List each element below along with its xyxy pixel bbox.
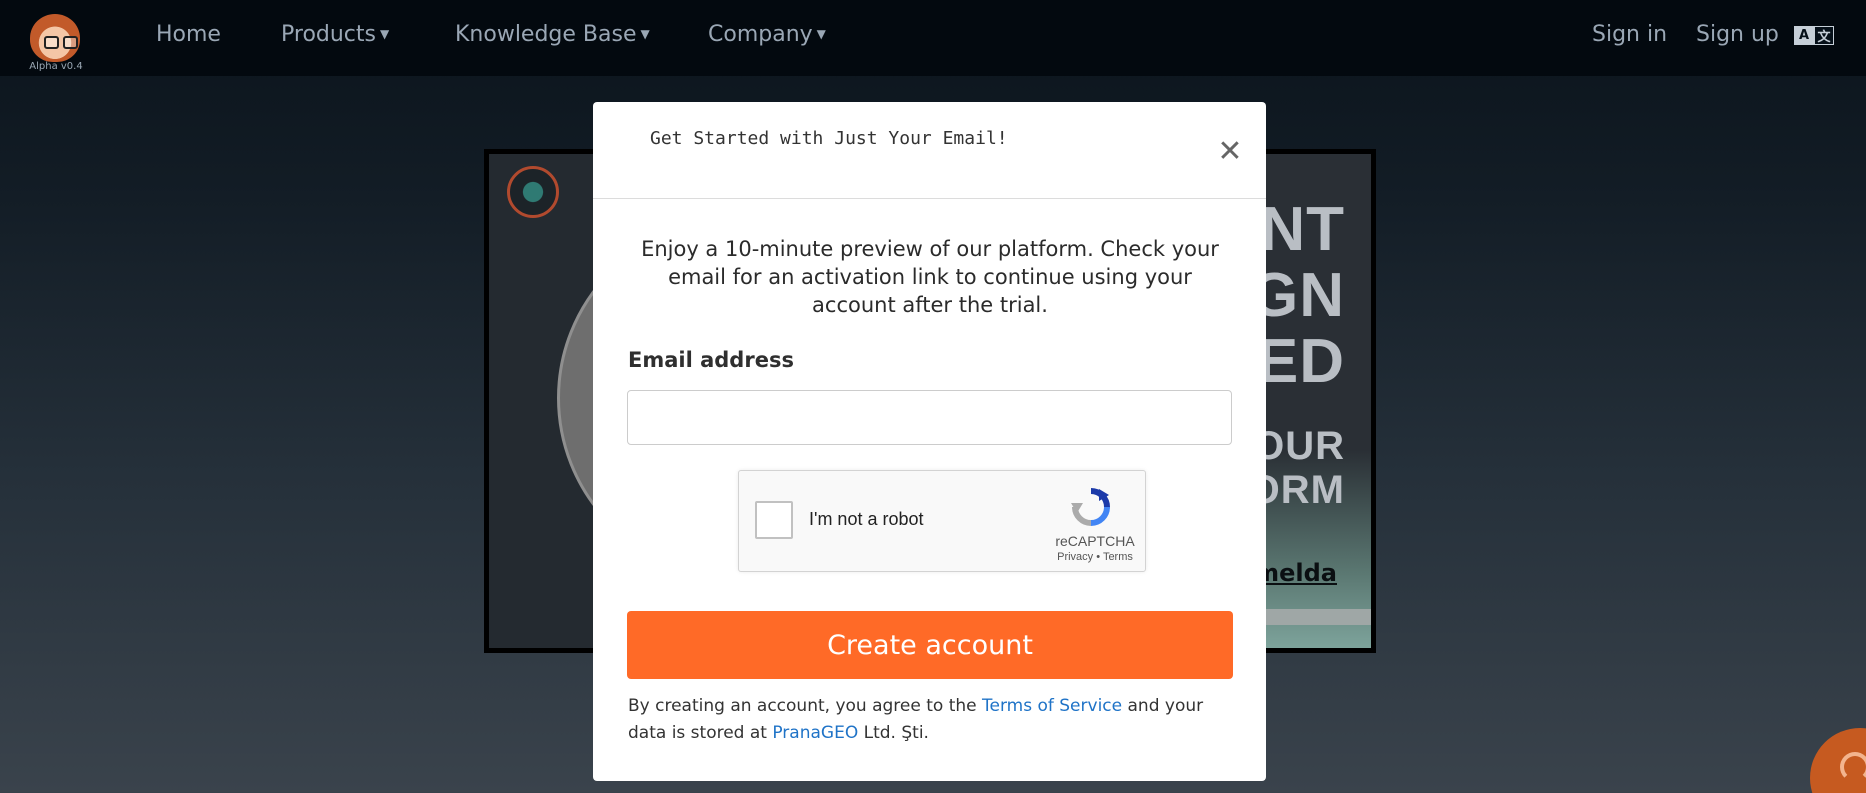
recaptcha-terms-link[interactable]: Terms bbox=[1103, 551, 1133, 563]
recaptcha-checkbox[interactable] bbox=[755, 501, 793, 539]
terms-notice: By creating an account, you agree to the… bbox=[628, 696, 1204, 743]
modal-description: Enjoy a 10-minute preview of our platfor… bbox=[641, 237, 1219, 317]
recaptcha-logo-icon bbox=[1071, 488, 1110, 526]
headset-icon bbox=[1840, 752, 1866, 782]
sign-up-link[interactable]: Sign up bbox=[1696, 22, 1779, 47]
recaptcha-links: Privacy • Terms bbox=[1057, 551, 1133, 563]
modal-header: Get Started with Just Your Email! ✕ bbox=[593, 102, 1266, 199]
nav-item-company[interactable]: Company ▼ bbox=[708, 22, 826, 47]
recaptcha-privacy-link[interactable]: Privacy bbox=[1057, 551, 1093, 563]
pranageo-link[interactable]: PranaGEO bbox=[772, 723, 858, 743]
close-icon[interactable]: ✕ bbox=[1217, 137, 1243, 167]
translate-icon[interactable]: A文 bbox=[1794, 26, 1836, 46]
logo[interactable]: Alpha v0.4 bbox=[24, 12, 88, 74]
email-field[interactable] bbox=[627, 390, 1232, 445]
modal-title: Get Started with Just Your Email! bbox=[650, 128, 1008, 149]
chevron-down-icon: ▼ bbox=[640, 27, 650, 41]
chevron-down-icon: ▼ bbox=[380, 27, 390, 41]
top-navbar: Alpha v0.4 Home Products ▼ Knowledge Base… bbox=[0, 0, 1866, 76]
recaptcha-label: I'm not a robot bbox=[809, 509, 924, 529]
logo-caption: Alpha v0.4 bbox=[29, 61, 83, 72]
chevron-down-icon: ▼ bbox=[816, 27, 826, 41]
email-label: Email address bbox=[628, 348, 794, 372]
nav-item-products[interactable]: Products ▼ bbox=[281, 22, 389, 47]
hero-link[interactable]: melda bbox=[1254, 559, 1337, 587]
hero-badge-icon bbox=[507, 166, 559, 218]
sign-in-link[interactable]: Sign in bbox=[1592, 22, 1667, 47]
hero-subheading-line: OUR bbox=[1253, 424, 1345, 468]
signup-modal: Get Started with Just Your Email! ✕ Enjo… bbox=[593, 102, 1266, 781]
nav-item-home[interactable]: Home bbox=[156, 22, 221, 47]
nav-item-knowledge-base[interactable]: Knowledge Base ▼ bbox=[455, 22, 650, 47]
recaptcha-brand: reCAPTCHA bbox=[1055, 533, 1135, 549]
logo-mascot-icon bbox=[30, 14, 80, 62]
terms-of-service-link[interactable]: Terms of Service bbox=[982, 696, 1122, 716]
recaptcha-widget: I'm not a robot reCAPTCHA Privacy • Term… bbox=[738, 470, 1146, 572]
create-account-button[interactable]: Create account bbox=[627, 611, 1233, 679]
support-chat-button[interactable] bbox=[1810, 728, 1866, 793]
